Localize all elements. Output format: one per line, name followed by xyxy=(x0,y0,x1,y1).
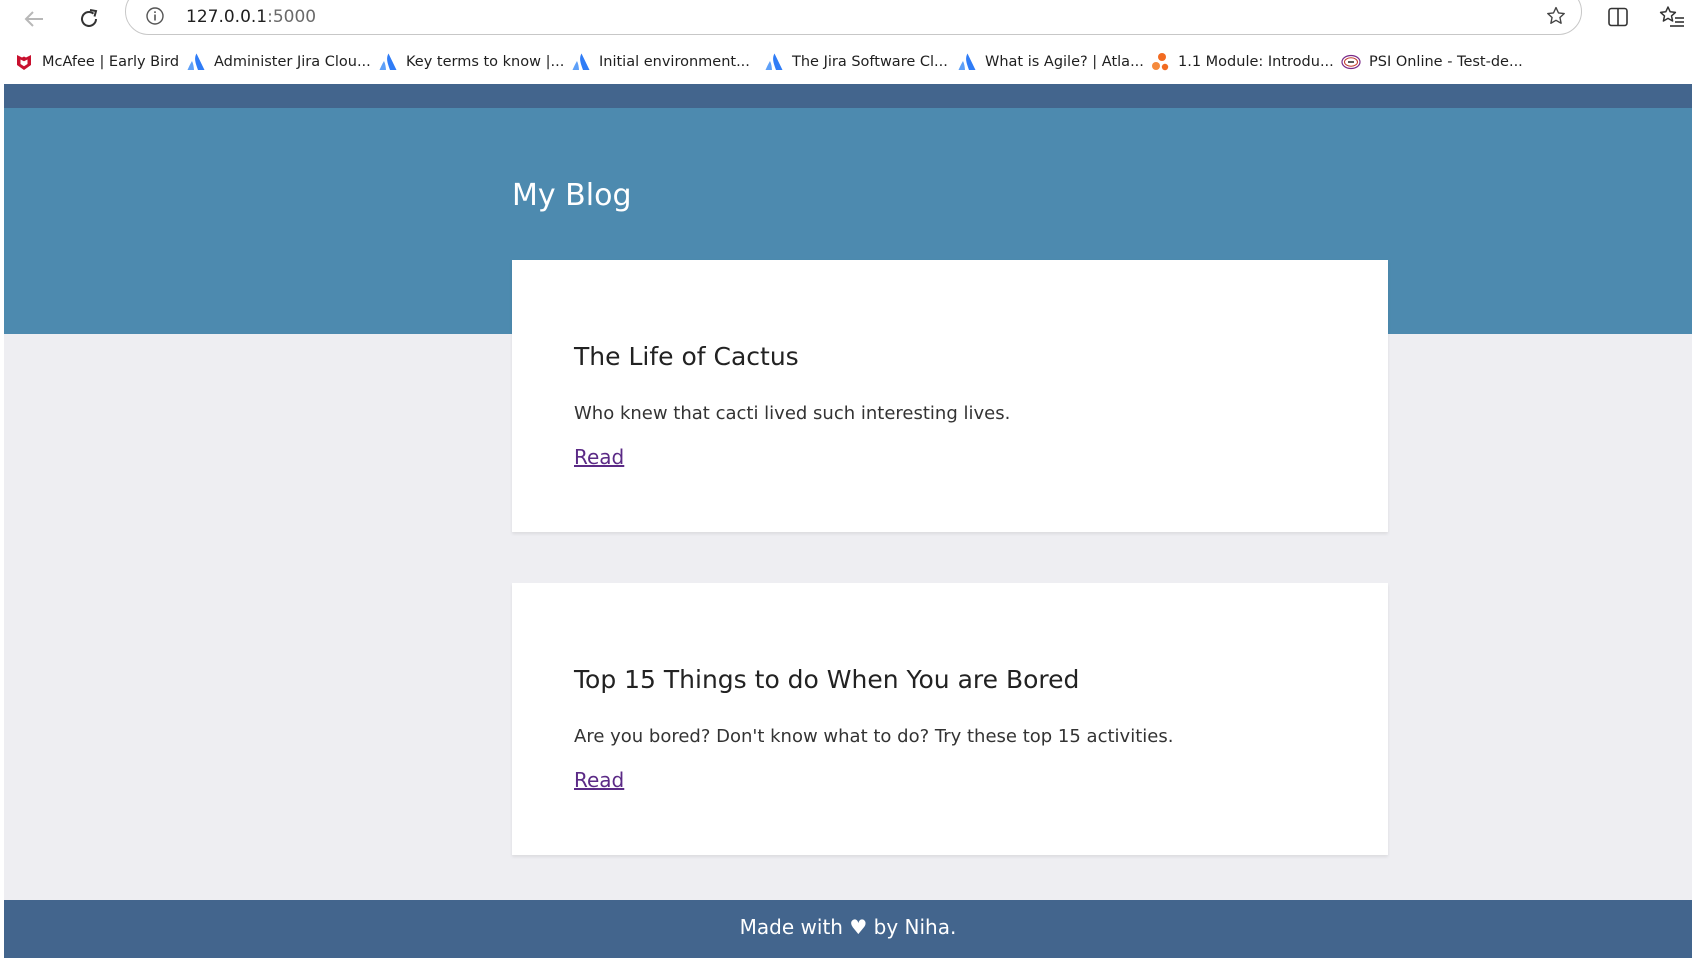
post-excerpt: Who knew that cacti lived such interesti… xyxy=(574,403,1011,424)
orange-dots-icon xyxy=(1152,53,1169,71)
bookmark-item[interactable]: Administer Jira Clou... xyxy=(186,52,371,72)
reload-icon xyxy=(81,9,98,27)
bookmark-label: Key terms to know |... xyxy=(406,54,565,70)
footer: Made with ♥ by Niha. xyxy=(4,900,1692,958)
bookmark-label: McAfee | Early Bird xyxy=(42,54,180,70)
bookmark-item[interactable]: Initial environment... xyxy=(571,52,750,72)
arrow-left-icon xyxy=(24,11,43,27)
read-link[interactable]: Read xyxy=(574,768,624,792)
post-title: Top 15 Things to do When You are Bored xyxy=(574,665,1080,694)
bookmarks-bar: McAfee | Early Bird Administer Jira Clou… xyxy=(0,44,1692,80)
read-link[interactable]: Read xyxy=(574,445,624,469)
star-icon[interactable] xyxy=(1545,5,1567,27)
atlassian-icon xyxy=(187,53,205,70)
bookmark-item[interactable]: Key terms to know |... xyxy=(378,52,564,72)
favorites-icon[interactable] xyxy=(1658,4,1686,30)
browser-toolbar: 127.0.0.1:5000 xyxy=(0,0,1692,36)
post-card: Top 15 Things to do When You are Bored A… xyxy=(512,583,1388,855)
bookmark-item[interactable]: PSI Online - Test-de... xyxy=(1341,52,1523,72)
site-title: My Blog xyxy=(512,178,632,213)
atlassian-icon xyxy=(572,53,590,70)
url-port: :5000 xyxy=(267,7,317,27)
bookmark-item[interactable]: The Jira Software Cl... xyxy=(764,52,948,72)
bookmark-item[interactable]: McAfee | Early Bird xyxy=(14,52,179,72)
post-title: The Life of Cactus xyxy=(574,342,799,371)
split-screen-icon[interactable] xyxy=(1606,5,1630,29)
top-nav-bar xyxy=(4,84,1692,108)
mcafee-icon xyxy=(17,55,31,70)
footer-text: Made with ♥ by Niha. xyxy=(739,915,957,939)
bookmark-item[interactable]: What is Agile? | Atla... xyxy=(957,52,1144,72)
info-icon[interactable] xyxy=(146,7,164,25)
post-card: The Life of Cactus Who knew that cacti l… xyxy=(512,260,1388,532)
post-excerpt: Are you bored? Don't know what to do? Tr… xyxy=(574,726,1174,747)
bookmark-label: What is Agile? | Atla... xyxy=(985,54,1144,70)
atlassian-icon xyxy=(958,53,976,70)
bookmark-label: Initial environment... xyxy=(599,54,750,70)
back-button[interactable] xyxy=(17,2,51,36)
reload-button[interactable] xyxy=(72,2,106,36)
atlassian-icon xyxy=(765,53,783,70)
bookmark-label: PSI Online - Test-de... xyxy=(1369,54,1523,70)
bookmark-item[interactable]: 1.1 Module: Introdu... xyxy=(1150,52,1334,72)
atlassian-icon xyxy=(379,53,397,70)
url-host: 127.0.0.1 xyxy=(186,7,268,27)
url-text[interactable]: 127.0.0.1:5000 xyxy=(186,7,316,27)
bookmark-label: The Jira Software Cl... xyxy=(792,54,948,70)
bookmark-label: Administer Jira Clou... xyxy=(214,54,371,70)
psi-icon xyxy=(1341,54,1361,70)
blog-page: My Blog The Life of Cactus Who knew that… xyxy=(4,84,1692,958)
bookmark-label: 1.1 Module: Introdu... xyxy=(1178,54,1334,70)
address-bar[interactable]: 127.0.0.1:5000 xyxy=(125,0,1582,35)
